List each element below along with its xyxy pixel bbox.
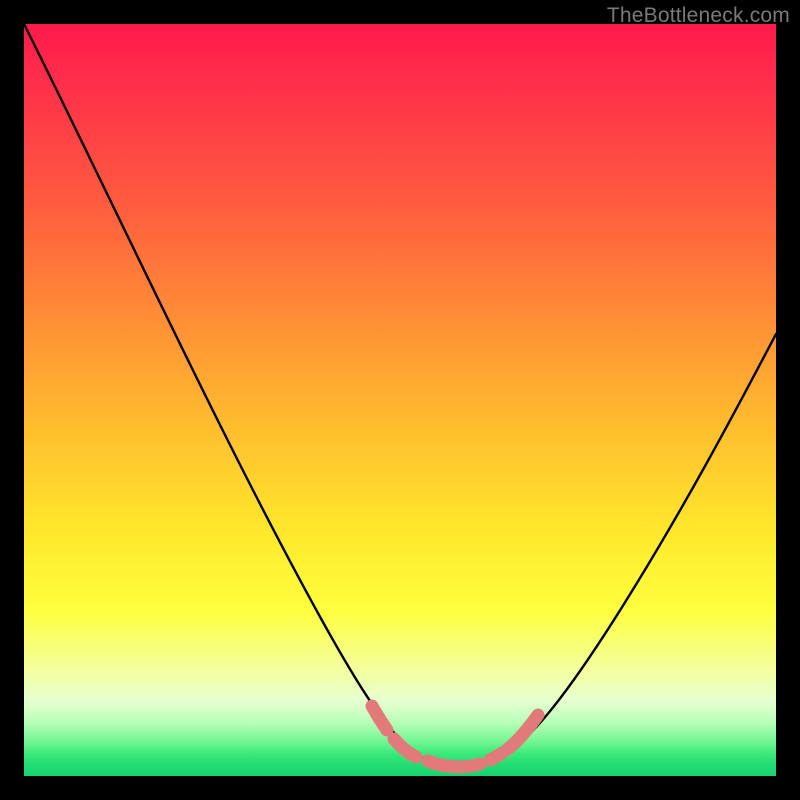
highlight-seg-3 <box>428 761 480 767</box>
curve-layer <box>24 24 776 776</box>
bottleneck-curve <box>24 24 776 768</box>
watermark-text: TheBottleneck.com <box>607 4 790 28</box>
highlight-seg-2 <box>394 739 416 757</box>
plot-area <box>24 24 776 776</box>
highlight-seg-4 <box>490 753 502 760</box>
chart-frame: TheBottleneck.com <box>0 0 800 800</box>
highlight-seg-5 <box>508 715 538 749</box>
highlight-segments <box>372 706 538 767</box>
highlight-seg-1 <box>372 706 387 730</box>
